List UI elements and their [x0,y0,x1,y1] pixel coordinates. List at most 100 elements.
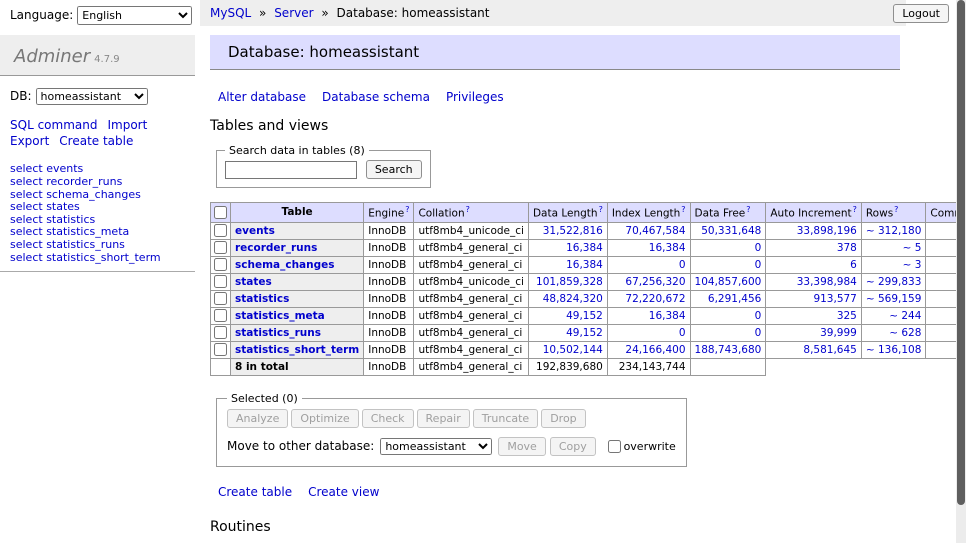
rows-count-link[interactable]: ~ 628 [889,327,921,339]
vertical-scrollbar[interactable] [956,0,966,543]
rows-count-link[interactable]: ~ 3 [903,259,922,271]
optimize-button[interactable]: Optimize [291,409,358,428]
data-length-link[interactable]: 31,522,816 [543,225,603,237]
move-button[interactable]: Move [498,437,546,456]
search-input[interactable] [225,161,357,179]
data-length-link[interactable]: 16,384 [566,242,603,254]
data-free-link[interactable]: 188,743,680 [695,344,762,356]
table-name-link-schema-changes[interactable]: schema_changes [235,259,335,271]
auto-increment-link[interactable]: 325 [837,310,857,322]
rows-count-link[interactable]: ~ 299,833 [866,276,922,288]
action-link-alter-database[interactable]: Alter database [218,90,306,104]
rows-count-link[interactable]: ~ 244 [889,310,921,322]
select-link-statistics-short-term[interactable]: select [10,251,43,264]
select-link-recorder-runs[interactable]: select [10,175,43,188]
menu-link-sql-command[interactable]: SQL command [10,118,97,132]
data-free-link[interactable]: 0 [755,327,762,339]
data-free-link[interactable]: 104,857,600 [695,276,762,288]
row-checkbox-statistics-runs[interactable] [214,326,227,339]
menu-link-create-table[interactable]: Create table [59,134,133,148]
table-name-link-statistics[interactable]: statistics [235,293,289,305]
table-name-link-events[interactable]: events [235,225,275,237]
row-checkbox-statistics-meta[interactable] [214,309,227,322]
action-link-database-schema[interactable]: Database schema [322,90,430,104]
data-length-link[interactable]: 49,152 [566,310,603,322]
table-link-schema-changes[interactable]: schema_changes [46,188,141,201]
table-name-link-statistics-short-term[interactable]: statistics_short_term [235,344,359,356]
language-select[interactable]: English [77,6,192,25]
db-select[interactable]: homeassistant [36,88,148,105]
index-length-link[interactable]: 0 [679,327,686,339]
create-link-create-view[interactable]: Create view [308,485,379,499]
copy-button[interactable]: Copy [550,437,596,456]
table-link-states[interactable]: states [46,200,80,213]
move-database-select[interactable]: homeassistant [380,438,492,455]
auto-increment-link[interactable]: 6 [850,259,857,271]
row-checkbox-events[interactable] [214,224,227,237]
truncate-button[interactable]: Truncate [473,409,538,428]
index-length-link[interactable]: 0 [679,259,686,271]
select-link-statistics[interactable]: select [10,213,43,226]
data-length-link[interactable]: 16,384 [566,259,603,271]
auto-increment-link[interactable]: 39,999 [820,327,857,339]
check-button[interactable]: Check [362,409,414,428]
rows-count-link[interactable]: ~ 569,159 [866,293,922,305]
data-length-link[interactable]: 49,152 [566,327,603,339]
table-name-link-recorder-runs[interactable]: recorder_runs [235,242,317,254]
table-link-statistics-runs[interactable]: statistics_runs [46,238,125,251]
action-link-privileges[interactable]: Privileges [446,90,504,104]
rows-count-link[interactable]: ~ 5 [903,242,922,254]
menu-link-export[interactable]: Export [10,134,49,148]
help-link-auto-increment[interactable]: ? [853,205,857,214]
row-checkbox-states[interactable] [214,275,227,288]
data-length-link[interactable]: 48,824,320 [543,293,603,305]
select-link-statistics-runs[interactable]: select [10,238,43,251]
data-free-link[interactable]: 0 [755,242,762,254]
rows-count-link[interactable]: ~ 136,108 [866,344,922,356]
index-length-link[interactable]: 70,467,584 [625,225,685,237]
menu-link-import[interactable]: Import [107,118,147,132]
table-link-events[interactable]: events [46,162,83,175]
select-link-statistics-meta[interactable]: select [10,225,43,238]
data-free-link[interactable]: 6,291,456 [708,293,761,305]
table-link-statistics-short-term[interactable]: statistics_short_term [46,251,160,264]
auto-increment-link[interactable]: 33,898,196 [797,225,857,237]
table-name-link-statistics-meta[interactable]: statistics_meta [235,310,325,322]
help-link-data-length[interactable]: ? [599,205,603,214]
data-free-link[interactable]: 0 [755,310,762,322]
index-length-link[interactable]: 16,384 [649,242,686,254]
scrollbar-thumb[interactable] [957,0,965,505]
analyze-button[interactable]: Analyze [227,409,288,428]
auto-increment-link[interactable]: 8,581,645 [803,344,856,356]
index-length-link[interactable]: 16,384 [649,310,686,322]
row-checkbox-statistics-short-term[interactable] [214,343,227,356]
create-link-create-table[interactable]: Create table [218,485,292,499]
breadcrumb-item-mysql[interactable]: MySQL [210,6,251,20]
data-free-link[interactable]: 50,331,648 [701,225,761,237]
table-link-statistics-meta[interactable]: statistics_meta [46,225,129,238]
index-length-link[interactable]: 72,220,672 [625,293,685,305]
overwrite-checkbox[interactable] [608,440,621,453]
select-link-events[interactable]: select [10,162,43,175]
search-button[interactable]: Search [366,160,422,179]
rows-count-link[interactable]: ~ 312,180 [866,225,922,237]
data-free-link[interactable]: 0 [755,259,762,271]
data-length-link[interactable]: 101,859,328 [536,276,603,288]
row-checkbox-recorder-runs[interactable] [214,241,227,254]
help-link-engine[interactable]: ? [405,205,409,214]
row-checkbox-statistics[interactable] [214,292,227,305]
table-name-link-statistics-runs[interactable]: statistics_runs [235,327,321,339]
select-link-schema-changes[interactable]: select [10,188,43,201]
table-link-statistics[interactable]: statistics [46,213,95,226]
help-link-collation[interactable]: ? [466,205,470,214]
help-link-data-free[interactable]: ? [746,205,750,214]
index-length-link[interactable]: 24,166,400 [625,344,685,356]
logout-button[interactable]: Logout [893,4,949,23]
table-link-recorder-runs[interactable]: recorder_runs [46,175,122,188]
select-link-states[interactable]: select [10,200,43,213]
breadcrumb-item-server[interactable]: Server [274,6,313,20]
auto-increment-link[interactable]: 913,577 [813,293,856,305]
app-name[interactable]: Adminer [14,46,90,67]
drop-button[interactable]: Drop [541,409,585,428]
data-length-link[interactable]: 10,502,144 [543,344,603,356]
